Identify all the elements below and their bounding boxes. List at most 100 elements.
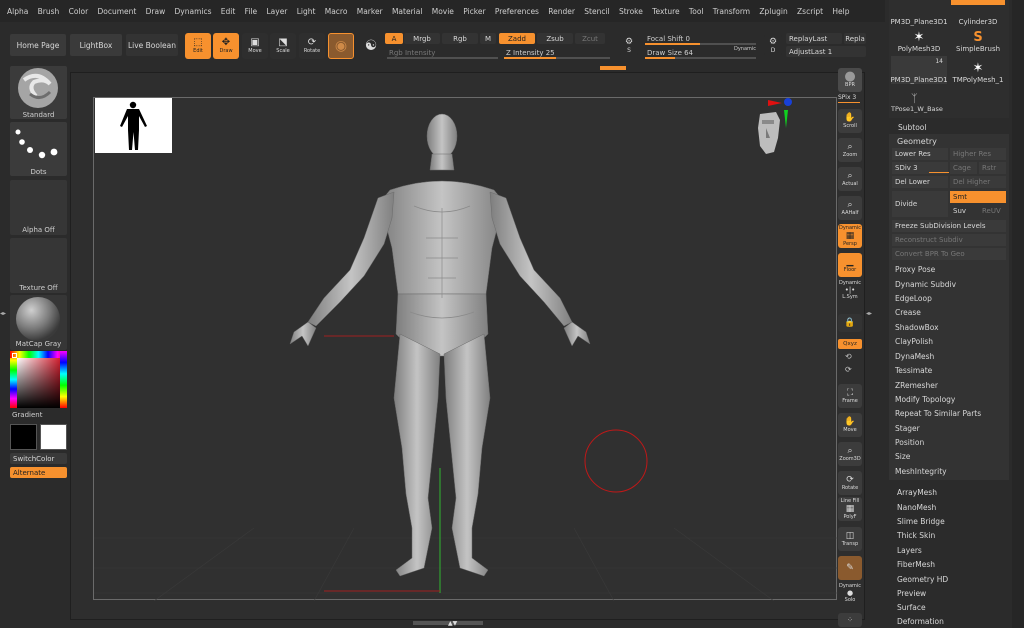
material-sphere-button[interactable]: ◉ — [328, 33, 354, 59]
geometry-hd-item[interactable]: Geometry HD — [897, 575, 948, 584]
spix-slider[interactable]: SPix 3 — [838, 94, 862, 103]
home-page-button[interactable]: Home Page — [10, 34, 66, 56]
collapse-arrows-icon[interactable]: ▲▼ — [448, 620, 457, 627]
repeat-similar-item[interactable]: Repeat To Similar Parts — [895, 409, 981, 418]
stager-item[interactable]: Stager — [895, 424, 920, 433]
rgb-intensity-slider[interactable]: Rgb Intensity — [385, 45, 500, 60]
switch-color-button[interactable]: SwitchColor — [10, 453, 67, 464]
modify-topology-item[interactable]: Modify Topology — [895, 395, 955, 404]
fibermesh-item[interactable]: FiberMesh — [897, 560, 935, 569]
s-size-button[interactable]: ⚙ S — [620, 35, 638, 55]
menu-texture[interactable]: Texture — [652, 7, 679, 16]
reconstruct-subdiv-button[interactable]: Reconstruct Subdiv — [892, 234, 1006, 246]
m-toggle[interactable]: M — [480, 33, 496, 44]
lightbox-button[interactable]: LightBox — [70, 34, 122, 56]
menu-stroke[interactable]: Stroke — [619, 7, 643, 16]
menu-draw[interactable]: Draw — [146, 7, 166, 16]
rotate-z-icon[interactable]: ⟳ — [845, 365, 852, 374]
human-base-mesh[interactable] — [94, 98, 838, 601]
menu-brush[interactable]: Brush — [38, 7, 60, 16]
divide-button[interactable]: Divide — [892, 191, 948, 217]
viewport[interactable] — [93, 97, 838, 601]
alternate-button[interactable]: Alternate — [10, 467, 67, 478]
menu-dynamics[interactable]: Dynamics — [175, 7, 212, 16]
saturation-square[interactable] — [17, 358, 60, 408]
actual-button[interactable]: ⌕ Actual — [838, 167, 862, 191]
draw-mode-button[interactable]: ✥ Draw — [213, 33, 239, 59]
tool-tmpolymesh[interactable]: ✶ TMPolyMesh_1 — [950, 56, 1006, 84]
secondary-color-swatch[interactable] — [40, 424, 67, 450]
edgeloop-item[interactable]: EdgeLoop — [895, 294, 932, 303]
aahalf-button[interactable]: ⌕ AAHalf — [838, 196, 862, 220]
menu-render[interactable]: Render — [548, 7, 575, 16]
xyz-button[interactable]: Qxyz — [838, 339, 862, 349]
zoom-button[interactable]: ⌕ Zoom — [838, 138, 862, 162]
solo-button[interactable]: Dynamic ● Solo — [838, 583, 862, 603]
lsym-button[interactable]: Dynamic •|• L.Sym — [838, 280, 862, 300]
menu-marker[interactable]: Marker — [357, 7, 383, 16]
move-view-button[interactable]: ✋ Move — [838, 413, 862, 437]
menu-stencil[interactable]: Stencil — [584, 7, 609, 16]
adjust-last-slider[interactable]: AdjustLast 1 — [786, 46, 866, 57]
focal-shift-slider[interactable]: Focal Shift 0 — [643, 31, 758, 46]
claypolish-item[interactable]: ClayPolish — [895, 337, 933, 346]
gradient-label[interactable]: Gradient — [12, 411, 42, 419]
arraymesh-item[interactable]: ArrayMesh — [897, 488, 937, 497]
hue-strip-right[interactable] — [60, 351, 67, 408]
scroll-button[interactable]: ✋ Scroll — [838, 109, 862, 133]
menu-color[interactable]: Color — [69, 7, 89, 16]
transp-button[interactable]: ◫ Transp — [838, 527, 862, 551]
standard-brush-button[interactable]: Standard — [10, 66, 67, 119]
replay-last-button[interactable]: ReplayLast — [786, 33, 842, 44]
scale-mode-button[interactable]: ⬔ Scale — [270, 33, 296, 59]
right-collapse-icon[interactable]: ◂▸ — [866, 310, 872, 317]
sdiv-slider[interactable]: SDiv 3 — [892, 162, 949, 174]
mrgb-toggle[interactable]: Mrgb — [404, 33, 440, 44]
bpr-button[interactable]: ● BPR — [838, 68, 862, 92]
position-item[interactable]: Position — [895, 438, 924, 447]
main-color-swatch[interactable] — [10, 424, 37, 450]
tool-pm3d-plane-2[interactable]: 14 PM3D_Plane3D1 — [890, 56, 948, 84]
menu-material[interactable]: Material — [392, 7, 422, 16]
tool-cylinder3d[interactable]: Cylinder3D — [950, 0, 1006, 26]
surface-item[interactable]: Surface — [897, 603, 926, 612]
geometry-header[interactable]: Geometry — [897, 137, 937, 146]
tool-tpose[interactable]: ᛉ TPose1_W_Base — [891, 85, 947, 113]
move-mode-button[interactable]: ▣ Move — [242, 33, 268, 59]
meshintegrity-item[interactable]: MeshIntegrity — [895, 467, 947, 476]
floor-button[interactable]: ▁ Floor — [838, 253, 862, 277]
right-scrollbar[interactable] — [1012, 0, 1024, 628]
dots-stroke-button[interactable]: Dots — [10, 122, 67, 176]
hue-strip[interactable] — [10, 351, 17, 408]
zcut-toggle[interactable]: Zcut — [575, 33, 605, 44]
rotate-view-button[interactable]: ⟳ Rotate — [838, 471, 862, 495]
edit-mode-button[interactable]: ⬚ Edit — [185, 33, 211, 59]
deformation-item[interactable]: Deformation — [897, 617, 944, 626]
menu-tool[interactable]: Tool — [689, 7, 704, 16]
ghost-button[interactable]: ✎ — [838, 556, 862, 580]
frame-button[interactable]: ⛶ Frame — [838, 384, 862, 408]
thick-skin-item[interactable]: Thick Skin — [897, 531, 935, 540]
zsub-toggle[interactable]: Zsub — [537, 33, 573, 44]
z-intensity-slider[interactable]: Z Intensity 25 — [502, 45, 612, 60]
zoom3d-button[interactable]: ⌕ Zoom3D — [838, 442, 862, 466]
menu-help[interactable]: Help — [832, 7, 849, 16]
material-button[interactable]: MatCap Gray — [10, 295, 67, 350]
menu-alpha[interactable]: Alpha — [7, 7, 28, 16]
hue-strip-top[interactable] — [10, 351, 67, 358]
a-toggle[interactable]: A — [385, 33, 403, 44]
menu-macro[interactable]: Macro — [325, 7, 348, 16]
menu-document[interactable]: Document — [97, 7, 136, 16]
rstr-button[interactable]: Rstr — [979, 162, 1006, 174]
slime-bridge-item[interactable]: Slime Bridge — [897, 517, 945, 526]
shadowbox-item[interactable]: ShadowBox — [895, 323, 939, 332]
menu-layer[interactable]: Layer — [266, 7, 287, 16]
polyf-button[interactable]: Line Fill ▦ PolyF — [838, 497, 862, 521]
smt-toggle[interactable]: Smt — [950, 191, 1006, 203]
preview-item[interactable]: Preview — [897, 589, 926, 598]
size-item[interactable]: Size — [895, 452, 910, 461]
higher-res-button[interactable]: Higher Res — [950, 148, 1006, 160]
nanomesh-item[interactable]: NanoMesh — [897, 503, 936, 512]
menu-preferences[interactable]: Preferences — [495, 7, 539, 16]
menu-zplugin[interactable]: Zplugin — [759, 7, 787, 16]
